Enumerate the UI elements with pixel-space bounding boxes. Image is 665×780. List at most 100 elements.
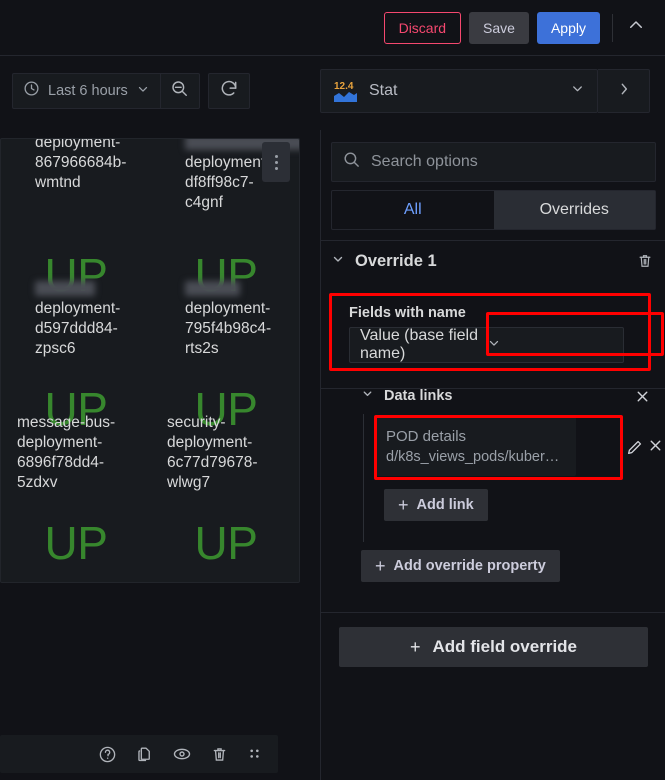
stat-name-line: deployment-: [35, 300, 121, 317]
stat-panel[interactable]: instrumentation- deployment- 867966684b-…: [0, 138, 300, 583]
stat-item-name: message-bus- deployment- 6896f78dd4- 5zd…: [5, 413, 147, 493]
data-link-url: d/k8s_views_pods/kubernet...: [386, 448, 566, 465]
stat-item-name: instrumentation- deployment- 867966684b-…: [5, 138, 147, 193]
chevron-down-icon[interactable]: [361, 387, 374, 405]
time-range-picker[interactable]: Last 6 hours: [12, 73, 160, 109]
stat-name-line: deployment-: [185, 300, 271, 317]
data-link-item[interactable]: POD details d/k8s_views_pods/kubernet...: [376, 416, 576, 476]
stat-name-line: deployment-: [185, 154, 271, 171]
eye-icon[interactable]: [172, 744, 192, 764]
chevron-up-icon: [627, 16, 645, 39]
data-links-title: Data links: [384, 388, 453, 404]
trash-icon[interactable]: [210, 745, 229, 764]
stat-name-prefix: security-: [167, 414, 226, 431]
edit-panel-toolbar: Discard Save Apply: [0, 0, 665, 56]
stat-name-line: wlwg7: [167, 474, 211, 491]
fields-with-name-value: Value (base field name): [360, 327, 478, 362]
stat-name-prefix: message-bus-: [17, 414, 116, 431]
toolbar-divider: [612, 13, 613, 42]
plus-icon: +: [409, 637, 421, 657]
stat-name-line: wmtnd: [35, 174, 81, 191]
zoom-out-button[interactable]: [159, 73, 200, 109]
stat-name-line: deployment-: [167, 434, 253, 451]
stat-name-line: 5zdxv: [17, 474, 58, 491]
stat-name-line: zpsc6: [35, 340, 76, 357]
toggle-options-pane-button[interactable]: [598, 69, 650, 113]
data-links-header[interactable]: Data links: [361, 382, 651, 410]
discard-button[interactable]: Discard: [383, 11, 462, 44]
add-field-override-label: Add field override: [432, 637, 578, 656]
add-link-button[interactable]: + Add link: [384, 489, 488, 521]
remove-data-link-icon[interactable]: [647, 437, 664, 459]
stat-item[interactable]: UP deployment- d597ddd84- zpsc6: [1, 247, 151, 395]
stat-name-line: d597ddd84-: [35, 320, 118, 337]
data-links-rail: [363, 414, 364, 542]
stat-item[interactable]: instrumentation- deployment- 867966684b-…: [1, 138, 151, 259]
stat-viz-icon: 12.4: [333, 78, 359, 104]
stat-name-line: 6c77d79678-: [167, 454, 258, 471]
visualization-name: Stat: [369, 82, 398, 99]
drag-handle-icon[interactable]: [247, 747, 262, 762]
chevron-down-icon[interactable]: [331, 252, 345, 271]
add-override-property-button[interactable]: + Add override property: [361, 550, 560, 582]
search-options-input[interactable]: Search options: [331, 142, 656, 182]
add-field-override-button[interactable]: + Add field override: [339, 627, 648, 667]
time-range-label: Last 6 hours: [48, 83, 128, 99]
refresh-button[interactable]: [207, 73, 250, 109]
duplicate-icon[interactable]: [135, 745, 154, 764]
stat-name-line: rts2s: [185, 340, 219, 357]
data-link-title: POD details: [386, 427, 467, 445]
stat-item[interactable]: UP: [151, 515, 299, 582]
refresh-icon: [219, 79, 239, 104]
override-1-header[interactable]: Override 1: [331, 247, 656, 275]
divider: [321, 240, 665, 241]
stat-name-line: 6896f78dd4-: [17, 454, 105, 471]
redacted-text: [35, 281, 95, 297]
tab-overrides[interactable]: Overrides: [493, 191, 655, 229]
fields-with-name-label: Fields with name: [349, 305, 466, 321]
tab-all[interactable]: All: [332, 191, 494, 229]
plus-icon: +: [398, 495, 409, 515]
stat-name-line: deployment-: [35, 138, 121, 151]
redacted-text: [185, 281, 240, 297]
stat-name-line: deployment-: [17, 434, 103, 451]
stat-item-value: UP: [194, 517, 258, 569]
stat-name-line: df8ff98c7-: [185, 174, 254, 191]
stat-item[interactable]: UP message-bus- deployment- 6896f78dd4- …: [1, 381, 151, 529]
stat-grid: instrumentation- deployment- 867966684b-…: [1, 138, 299, 582]
stat-name-line: 867966684b-: [35, 154, 127, 171]
collapse-options-button[interactable]: [619, 12, 653, 44]
time-picker-group: Last 6 hours: [12, 73, 200, 109]
query-editor: Run queries Builder Code , pod, phase)): [0, 735, 305, 780]
stat-name-line: 795f4b98c4-: [185, 320, 272, 337]
chevron-down-icon: [487, 336, 614, 355]
options-tabs: All Overrides: [331, 190, 656, 230]
stat-item[interactable]: UP: [1, 515, 151, 582]
help-circle-icon[interactable]: [98, 745, 117, 764]
panel-options-pane: Search options All Overrides Override 1 …: [320, 130, 665, 780]
visualization-picker[interactable]: 12.4 Stat: [320, 69, 598, 113]
stat-item-name: security- deployment- 6c77d79678- wlwg7: [155, 413, 297, 493]
search-options-placeholder: Search options: [371, 153, 478, 170]
stat-item[interactable]: UP deployment- 795f4b98c4- rts2s: [151, 247, 299, 395]
clock-icon: [23, 80, 40, 102]
stat-item-value: UP: [44, 517, 108, 569]
svg-text:12.4: 12.4: [334, 81, 354, 92]
close-icon[interactable]: [634, 388, 651, 405]
pencil-icon[interactable]: [625, 438, 644, 462]
save-button[interactable]: Save: [469, 11, 529, 44]
stat-name-line: c4gnf: [185, 194, 223, 211]
stat-item-name: deployment- d597ddd84- zpsc6: [5, 279, 147, 359]
trash-icon[interactable]: [636, 252, 656, 270]
query-row-toolbar: [0, 735, 278, 773]
search-icon: [342, 150, 361, 174]
zoom-out-icon: [170, 79, 189, 103]
add-link-label: Add link: [416, 497, 474, 513]
chevron-right-icon: [616, 81, 632, 102]
chevron-down-icon: [136, 82, 150, 101]
override-1-title: Override 1: [355, 251, 437, 270]
panel-menu-icon[interactable]: [262, 142, 290, 182]
stat-item[interactable]: UP security- deployment- 6c77d79678- wlw…: [151, 381, 299, 529]
fields-with-name-select[interactable]: Value (base field name): [349, 327, 624, 363]
apply-button[interactable]: Apply: [536, 11, 600, 44]
